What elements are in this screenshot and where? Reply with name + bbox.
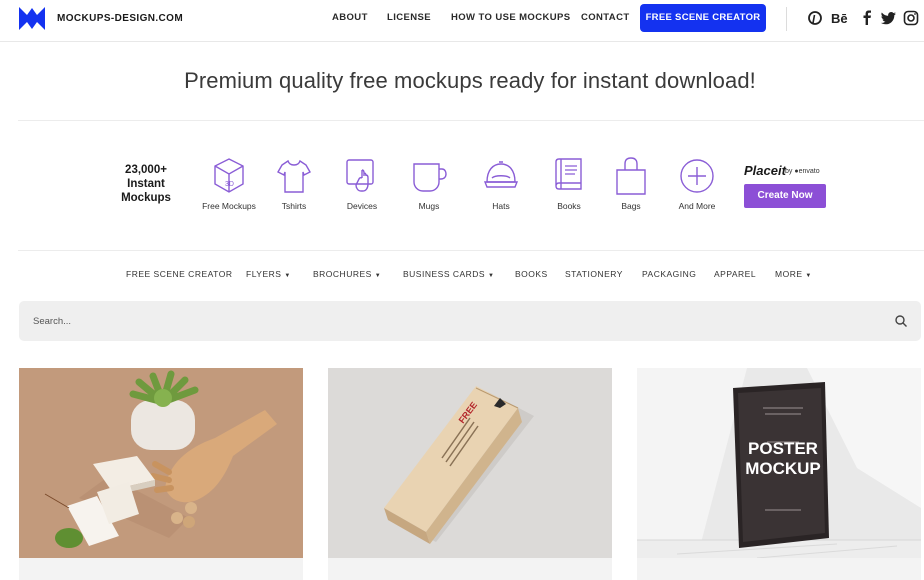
mockup-thumbnail: POSTER MOCKUP	[637, 368, 921, 558]
nav-about[interactable]: ABOUT	[332, 12, 368, 23]
placeit-logo[interactable]: Placeit	[744, 163, 786, 178]
subnav-stationery[interactable]: STATIONERY	[565, 269, 623, 279]
search-icon[interactable]	[894, 314, 908, 328]
mockup-card-wooden-box[interactable]: FREE	[328, 368, 612, 580]
chevron-down-icon: ▼	[284, 273, 291, 279]
subnav-more[interactable]: MORE ▼	[775, 269, 812, 279]
category-hats[interactable]: Hats	[466, 156, 536, 216]
instagram-icon[interactable]	[902, 9, 920, 27]
header-divider	[786, 7, 787, 31]
create-now-button[interactable]: Create Now	[744, 184, 826, 208]
svg-text:Bē: Bē	[831, 11, 848, 26]
search-input[interactable]: Search...	[33, 316, 71, 327]
category-and-more[interactable]: And More	[662, 156, 732, 216]
mockup-count: 23,000+ Instant Mockups	[121, 164, 171, 204]
subnav-packaging[interactable]: PACKAGING	[642, 269, 696, 279]
tagline: Premium quality free mockups ready for i…	[184, 68, 756, 93]
pinterest-icon[interactable]	[806, 9, 824, 27]
poster-title-line-2: MOCKUP	[745, 459, 821, 478]
free-scene-creator-button[interactable]: FREE SCENE CREATOR	[640, 4, 766, 32]
subnav-apparel[interactable]: APPAREL	[714, 269, 756, 279]
nav-how-to-use[interactable]: HOW TO USE MOCKUPS	[451, 12, 570, 23]
device-icon	[346, 159, 374, 192]
subnav-business-cards[interactable]: BUSINESS CARDS ▼	[403, 269, 494, 279]
chevron-down-icon: ▼	[805, 273, 812, 279]
subnav-flyers[interactable]: FLYERS ▼	[246, 269, 291, 279]
behance-icon[interactable]: Bē	[830, 9, 850, 27]
nav-license[interactable]: LICENSE	[387, 12, 431, 23]
category-devices[interactable]: Devices	[327, 156, 397, 216]
envato-label: by ●envato	[785, 168, 820, 175]
plus-circle-icon	[680, 159, 714, 193]
book-icon	[555, 158, 582, 190]
mockup-card-stationery[interactable]	[19, 368, 303, 580]
nav-contact[interactable]: CONTACT	[581, 12, 630, 23]
svg-text:3D: 3D	[225, 181, 234, 188]
bag-icon	[616, 157, 646, 195]
brand-logo-icon[interactable]	[18, 5, 46, 31]
tshirt-icon	[277, 159, 311, 193]
mockup-thumbnail	[19, 368, 303, 558]
twitter-icon[interactable]	[880, 9, 898, 27]
subnav-books[interactable]: BOOKS	[515, 269, 548, 279]
subnav-brochures[interactable]: BROCHURES ▼	[313, 269, 381, 279]
subnav-free-scene-creator[interactable]: FREE SCENE CREATOR	[126, 269, 232, 279]
divider	[18, 250, 924, 251]
category-books[interactable]: Books	[534, 156, 604, 216]
mug-icon	[413, 163, 447, 192]
search-bar[interactable]: Search...	[19, 301, 921, 341]
card-caption-area	[637, 558, 921, 580]
mockup-thumbnail: FREE	[328, 368, 612, 558]
card-caption-area	[328, 558, 612, 580]
chevron-down-icon: ▼	[374, 273, 382, 279]
card-caption-area	[19, 558, 303, 580]
chevron-down-icon: ▼	[487, 273, 495, 279]
category-bags[interactable]: Bags	[596, 156, 666, 216]
category-mugs[interactable]: Mugs	[394, 156, 464, 216]
divider	[18, 120, 924, 121]
brand-name[interactable]: MOCKUPS-DESIGN.COM	[57, 13, 183, 24]
facebook-icon[interactable]	[858, 9, 876, 27]
cube-3d-icon: 3D	[214, 158, 244, 193]
category-tshirts[interactable]: Tshirts	[259, 156, 329, 216]
mockup-card-poster[interactable]: POSTER MOCKUP	[637, 368, 921, 580]
hat-icon	[483, 161, 519, 188]
top-header: MOCKUPS-DESIGN.COM ABOUT LICENSE HOW TO …	[0, 0, 924, 42]
category-free-mockups[interactable]: 3D Free Mockups	[194, 156, 264, 216]
